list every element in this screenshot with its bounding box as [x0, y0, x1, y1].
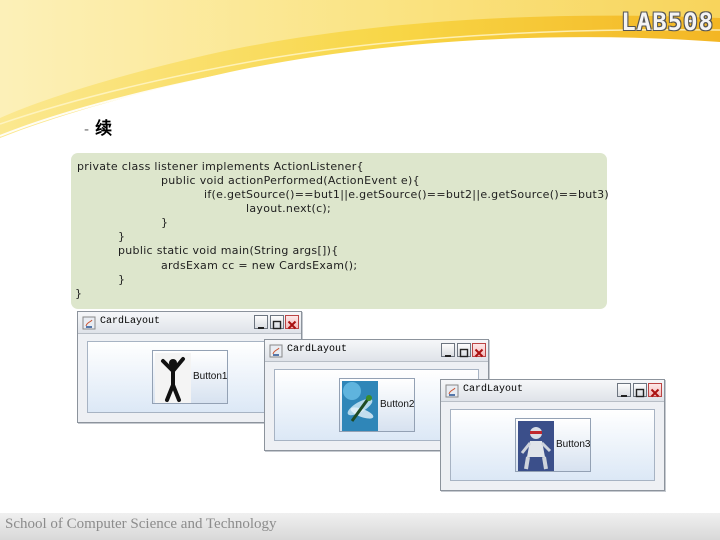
- robot-figure-icon: [518, 421, 554, 471]
- code-line: }: [118, 230, 126, 243]
- button-label: Button1: [193, 371, 228, 382]
- cardlayout-window-3[interactable]: CardLayout Button3: [440, 379, 665, 491]
- silhouette-figure-icon: [155, 353, 191, 403]
- subtitle-text: 续: [95, 119, 113, 139]
- maximize-button[interactable]: [633, 383, 647, 398]
- button-label: Button2: [380, 399, 415, 410]
- code-line: public void actionPerformed(ActionEvent …: [161, 174, 420, 187]
- window-title: CardLayout: [100, 316, 161, 327]
- close-button[interactable]: [285, 315, 299, 330]
- minimize-button[interactable]: [441, 343, 455, 357]
- slide: LAB508 -续 private class listener impleme…: [0, 0, 720, 540]
- code-line: ardsExam cc = new CardsExam();: [161, 259, 358, 272]
- code-line: }: [75, 287, 83, 300]
- code-line: private class listener implements Action…: [77, 160, 364, 173]
- maximize-button[interactable]: [457, 343, 471, 358]
- code-line: }: [118, 273, 126, 286]
- card-panel: Button1: [87, 341, 292, 413]
- code-line: }: [161, 216, 169, 229]
- code-line: public static void main(String args[]){: [118, 244, 339, 257]
- footer-text: School of Computer Science and Technolog…: [5, 516, 277, 532]
- java-app-icon: [82, 315, 96, 330]
- bullet-dash: -: [84, 122, 90, 138]
- java-app-icon: [445, 383, 459, 398]
- window-title: CardLayout: [287, 344, 348, 355]
- code-line: if(e.getSource()==but1||e.getSource()==b…: [204, 188, 610, 201]
- button1[interactable]: Button1: [152, 350, 228, 404]
- java-app-icon: [269, 343, 283, 358]
- minimize-button[interactable]: [254, 315, 268, 329]
- dragonfly-icon: [342, 381, 378, 431]
- window-titlebar[interactable]: CardLayout: [78, 312, 301, 334]
- window-titlebar[interactable]: CardLayout: [265, 340, 488, 362]
- lab-logo: LAB508: [621, 8, 714, 36]
- button-label: Button3: [556, 439, 591, 450]
- window-title: CardLayout: [463, 384, 524, 395]
- slide-subtitle: -续: [84, 114, 112, 139]
- close-button[interactable]: [648, 383, 662, 398]
- button3[interactable]: Button3: [515, 418, 591, 472]
- window-titlebar[interactable]: CardLayout: [441, 380, 664, 402]
- code-line: layout.next(c);: [246, 202, 332, 215]
- button2[interactable]: Button2: [339, 378, 415, 432]
- card-panel: Button3: [450, 409, 655, 481]
- maximize-button[interactable]: [270, 315, 284, 330]
- close-button[interactable]: [472, 343, 486, 358]
- code-block: private class listener implements Action…: [71, 153, 610, 309]
- minimize-button[interactable]: [617, 383, 631, 397]
